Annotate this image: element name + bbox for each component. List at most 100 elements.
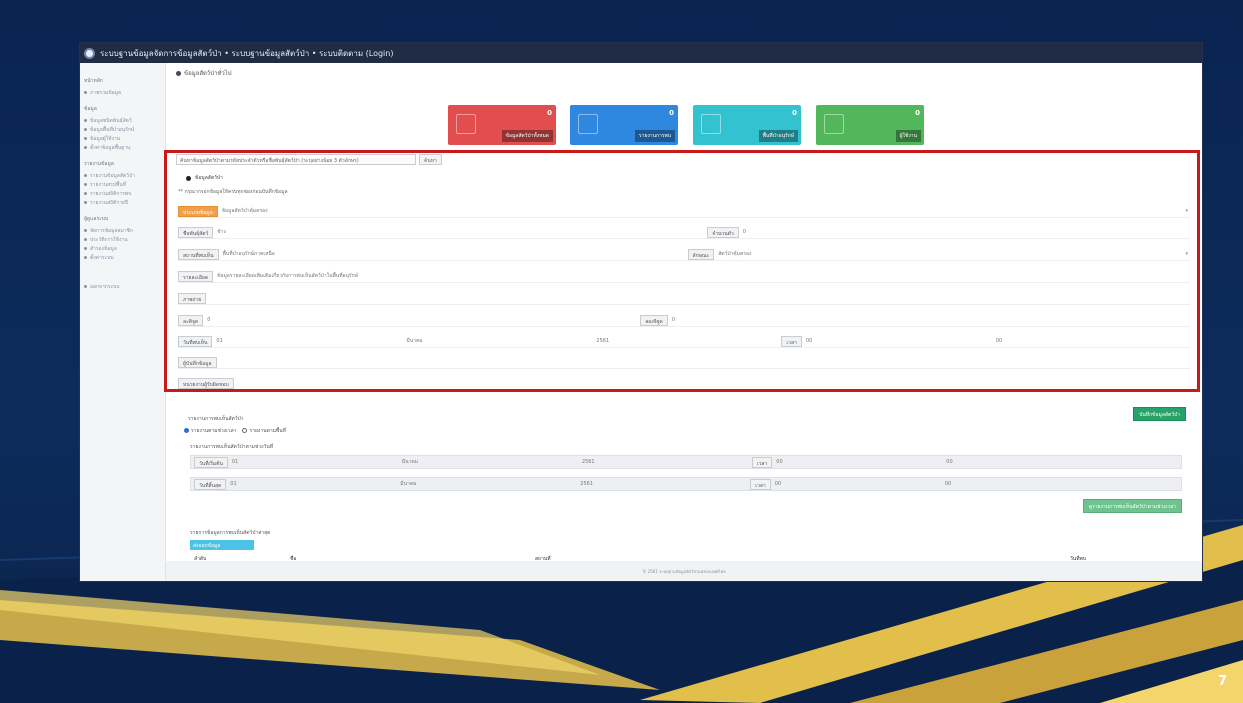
- bullet-icon: [84, 238, 87, 241]
- radio-off-icon: [242, 428, 248, 433]
- field-label: สถานที่พบเห็น: [178, 248, 219, 260]
- bullet-icon: [84, 192, 87, 195]
- latitude-input[interactable]: 0: [207, 317, 640, 323]
- field-label: วันที่สิ้นสุด: [194, 478, 227, 490]
- month-select[interactable]: มีนาคม: [406, 337, 596, 345]
- stat-card-users[interactable]: 0 ผู้ใช้งาน: [816, 105, 924, 145]
- form-row: ภาพถ่าย: [178, 292, 1190, 305]
- year-select[interactable]: 2561: [596, 338, 781, 344]
- field-label: เวลา: [750, 478, 771, 490]
- radio-on-icon: [184, 428, 189, 433]
- field-label: ละติจูด: [178, 314, 204, 326]
- sidebar-item[interactable]: ข้อมูลชนิดพันธุ์สัตว์: [84, 116, 165, 125]
- end-day-select[interactable]: 01: [230, 481, 400, 487]
- bullet-icon: [84, 285, 87, 288]
- sidebar-item-label: จัดการข้อมูลสมาชิก: [90, 227, 134, 234]
- sidebar-item[interactable]: จัดการข้อมูลสมาชิก: [84, 226, 165, 235]
- breadcrumb: ข้อมูลสัตว์ป่าทั่วไป: [176, 68, 232, 78]
- sidebar-item-label: รายงานข้อมูลสัตว์ป่า: [90, 172, 135, 179]
- radio-label: รายงานตามพื้นที่: [249, 428, 286, 434]
- sidebar-item[interactable]: รายงานสถิติรายปี: [84, 198, 165, 207]
- card-label: ข้อมูลสัตว์ป่าทั้งหมด: [501, 130, 553, 142]
- form-row: สถานที่พบเห็น พื้นที่ป่าอนุรักษ์ภาคเหนือ…: [178, 248, 1190, 261]
- bullet-icon: [84, 146, 87, 149]
- start-minute-select[interactable]: 00: [946, 459, 952, 465]
- category-tag: ประเภทข้อมูล: [178, 205, 218, 217]
- bullet-icon: [84, 247, 87, 250]
- recorder-field[interactable]: ผู้บันทึกข้อมูล: [178, 356, 217, 368]
- section-label: ข้อมูลสัตว์ป่า: [195, 175, 223, 181]
- field-label: จำนวนตัว: [707, 226, 739, 238]
- search-button[interactable]: ค้นหา: [419, 154, 442, 165]
- photo-button[interactable]: ภาพถ่าย: [178, 292, 207, 304]
- sidebar-item-label: ภาพรวมข้อมูล: [90, 89, 121, 96]
- hour-select[interactable]: 00: [806, 338, 996, 344]
- card-count: 0: [792, 109, 797, 117]
- sidebar-item-label: รายงานสถิติการพบ: [90, 190, 132, 197]
- footer: © 2561 ระบบฐานข้อมูลสัตว์ป่าแห่งประเทศไท…: [166, 561, 1202, 581]
- card-count: 0: [547, 109, 552, 117]
- sidebar-item[interactable]: สำรองข้อมูล: [84, 244, 165, 253]
- agency-field[interactable]: หน่วยงานผู้รับผิดชอบ: [178, 377, 234, 389]
- end-minute-select[interactable]: 00: [945, 481, 951, 487]
- form-row: ชื่อพันธุ์สัตว์ ช้าง จำนวนตัว 0: [178, 226, 1190, 239]
- sidebar-item-label: ข้อมูลชนิดพันธุ์สัตว์: [90, 117, 132, 124]
- sidebar-item-label: รายงานสรุปพื้นที่: [90, 181, 127, 188]
- window-title: ระบบฐานข้อมูลจัดการข้อมูลสัตว์ป่า • ระบบ…: [100, 48, 394, 58]
- stat-card-wildlife[interactable]: 0 ข้อมูลสัตว์ป่าทั้งหมด: [448, 105, 556, 145]
- section-toggle[interactable]: ข้อมูลสัตว์ป่า: [186, 174, 223, 182]
- sidebar-heading: ข้อมูล: [84, 106, 97, 112]
- sidebar-heading: หน้าหลัก: [84, 78, 103, 84]
- detail-input[interactable]: ข้อมูลรายละเอียดเพิ่มเติมเกี่ยวกับการพบเ…: [217, 272, 358, 280]
- card-label: รายงานการพบ: [634, 130, 675, 142]
- type-select[interactable]: สัตว์ป่าคุ้มครอง: [718, 250, 751, 258]
- minute-select[interactable]: 00: [996, 338, 1002, 344]
- start-day-select[interactable]: 01: [232, 459, 402, 465]
- radio-label: รายงานตามช่วงเวลา: [191, 428, 237, 434]
- sidebar-item[interactable]: รายงานข้อมูลสัตว์ป่า: [84, 171, 165, 180]
- report-button[interactable]: ดูรายงานการพบเห็นสัตว์ป่าตามช่วงเวลา: [1082, 499, 1182, 513]
- grid-icon: [701, 114, 721, 134]
- start-month-select[interactable]: มีนาคม: [402, 458, 582, 466]
- sidebar-item[interactable]: ออกจากระบบ: [84, 282, 165, 291]
- field-label: วันที่พบเห็น: [178, 335, 213, 347]
- form-hint: ** กรุณากรอกข้อมูลให้ครบทุกช่องก่อนบันทึ…: [178, 189, 288, 195]
- start-year-select[interactable]: 2561: [582, 459, 752, 465]
- stat-card-areas[interactable]: 0 พื้นที่ป่าอนุรักษ์: [693, 105, 801, 145]
- sidebar-item[interactable]: รายงานสถิติการพบ: [84, 189, 165, 198]
- search-input[interactable]: ค้นหาข้อมูลสัตว์ป่าตามรหัสประจำตัวหรือชื…: [176, 154, 416, 165]
- day-select[interactable]: 01: [216, 338, 406, 344]
- stat-card-reports[interactable]: 0 รายงานการพบ: [570, 105, 678, 145]
- sidebar-item[interactable]: ภาพรวมข้อมูล: [84, 88, 165, 97]
- report-section-title: รายงานการพบเห็นสัตว์ป่า: [188, 416, 244, 422]
- radio-by-period[interactable]: รายงานตามช่วงเวลา: [184, 427, 236, 435]
- field-label: วันที่เริ่มต้น: [194, 456, 228, 468]
- end-year-select[interactable]: 2561: [580, 481, 750, 487]
- start-date-row: วันที่เริ่มต้น 01 มีนาคม 2561 เวลา 00 00: [190, 455, 1182, 469]
- sidebar: หน้าหลักภาพรวมข้อมูลข้อมูลข้อมูลชนิดพันธ…: [80, 63, 166, 581]
- save-button[interactable]: บันทึกข้อมูลสัตว์ป่า: [1133, 407, 1186, 421]
- sidebar-item[interactable]: ข้อมูลพื้นที่ป่าอนุรักษ์: [84, 125, 165, 134]
- count-input[interactable]: 0: [743, 229, 746, 235]
- form-row: ละติจูด 0 ลองจิจูด 0: [178, 314, 1190, 327]
- sidebar-item[interactable]: ตั้งค่าระบบ: [84, 253, 165, 262]
- form-row: รายละเอียด ข้อมูลรายละเอียดเพิ่มเติมเกี่…: [178, 270, 1190, 283]
- location-select[interactable]: พื้นที่ป่าอนุรักษ์ภาคเหนือ: [223, 250, 688, 258]
- field-label: เวลา: [781, 335, 802, 347]
- sidebar-item[interactable]: ประวัติการใช้งาน: [84, 235, 165, 244]
- end-month-select[interactable]: มีนาคม: [400, 480, 580, 488]
- bullet-icon: [186, 175, 191, 181]
- end-hour-select[interactable]: 00: [775, 481, 945, 487]
- sidebar-item[interactable]: ตั้งค่าข้อมูลพื้นฐาน: [84, 143, 165, 152]
- radio-by-area[interactable]: รายงานตามพื้นที่: [242, 427, 286, 435]
- longitude-input[interactable]: 0: [672, 317, 675, 323]
- sidebar-item[interactable]: รายงานสรุปพื้นที่: [84, 180, 165, 189]
- species-select[interactable]: ช้าง: [217, 228, 707, 236]
- bullet-icon: [84, 256, 87, 259]
- export-button[interactable]: ส่งออกข้อมูล: [190, 540, 254, 550]
- category-select[interactable]: ข้อมูลสัตว์ป่าคุ้มครอง: [222, 207, 268, 215]
- field-label: ลองจิจูด: [640, 314, 668, 326]
- sidebar-item[interactable]: ข้อมูลผู้ใช้งาน: [84, 134, 165, 143]
- end-date-row: วันที่สิ้นสุด 01 มีนาคม 2561 เวลา 00 00: [190, 477, 1182, 491]
- start-hour-select[interactable]: 00: [776, 459, 946, 465]
